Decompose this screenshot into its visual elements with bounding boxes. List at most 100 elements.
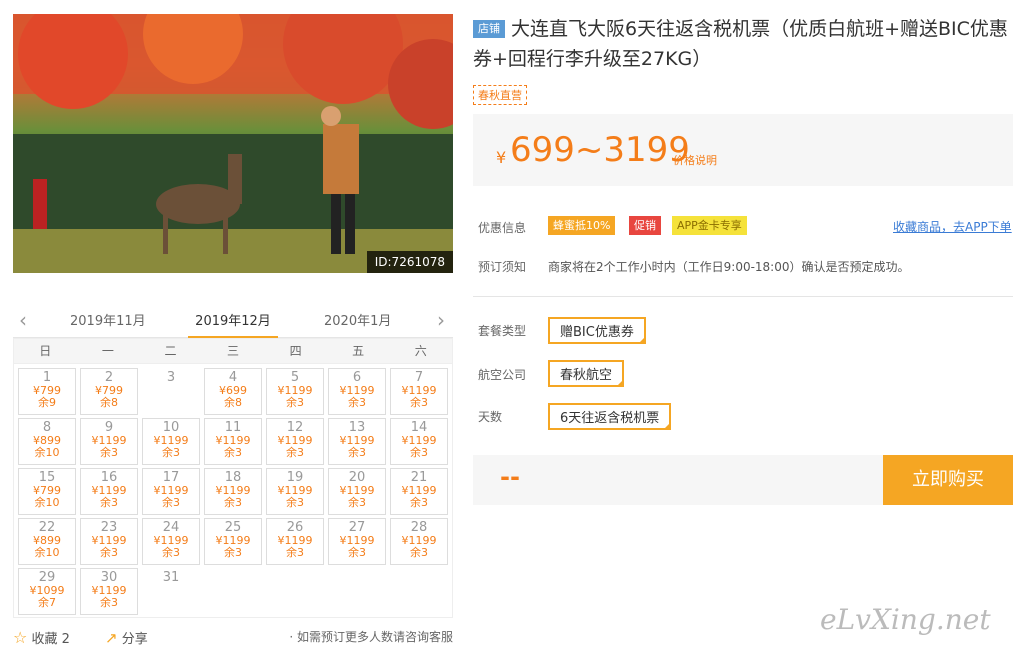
calendar-day[interactable]: 24 ¥1199 余3 — [142, 518, 200, 565]
day-number: 18 — [224, 470, 242, 485]
option-label-package: 套餐类型 — [478, 324, 527, 338]
option-package[interactable]: 赠BIC优惠券 — [548, 317, 646, 344]
calendar-day[interactable]: 7 ¥1199 余3 — [390, 368, 448, 415]
option-airline[interactable]: 春秋航空 — [548, 360, 625, 387]
booking-label: 预订须知 — [478, 260, 527, 274]
vendor-badge: 春秋直营 — [473, 85, 527, 105]
day-stock: 余10 — [34, 446, 60, 459]
day-stock: 余3 — [100, 446, 118, 459]
day-stock: 余3 — [100, 496, 118, 509]
calendar-day[interactable]: 8 ¥899 余10 — [18, 418, 76, 465]
favorite-button[interactable]: ☆ 收藏 2 — [13, 628, 70, 647]
day-stock: 余3 — [286, 396, 304, 409]
star-icon: ☆ — [13, 628, 28, 647]
day-number: 21 — [410, 470, 428, 485]
calendar-day[interactable]: 15 ¥799 余10 — [18, 468, 76, 515]
calendar-day[interactable]: 2 ¥799 余8 — [80, 368, 138, 415]
promo-badge-sale: 促销 — [629, 216, 661, 235]
day-stock: 余3 — [224, 446, 242, 459]
calendar-day[interactable]: 14 ¥1199 余3 — [390, 418, 448, 465]
day-stock: 余3 — [224, 496, 242, 509]
calendar-day[interactable]: 23 ¥1199 余3 — [80, 518, 138, 565]
day-stock: 余3 — [162, 496, 180, 509]
day-number: 30 — [100, 570, 118, 585]
day-number: 4 — [228, 370, 238, 385]
calendar-day: 3 — [142, 368, 200, 415]
calendar-day[interactable]: 6 ¥1199 余3 — [328, 368, 386, 415]
day-number: 13 — [348, 420, 366, 435]
day-stock: 余3 — [348, 396, 366, 409]
calendar-day[interactable]: 20 ¥1199 余3 — [328, 468, 386, 515]
calendar-day[interactable]: 30 ¥1199 余3 — [80, 568, 138, 615]
day-stock: 余3 — [162, 446, 180, 459]
buy-now-button[interactable]: 立即购买 — [883, 455, 1013, 505]
calendar-day[interactable]: 17 ¥1199 余3 — [142, 468, 200, 515]
price-box: ¥ 699~3199 价格说明 — [473, 114, 1013, 186]
day-number: 11 — [224, 420, 242, 435]
calendar-day[interactable]: 25 ¥1199 余3 — [204, 518, 262, 565]
day-number: 15 — [38, 470, 56, 485]
option-days[interactable]: 6天往返含税机票 — [548, 403, 672, 430]
favorite-label: 收藏 2 — [31, 632, 70, 647]
deer-photo-illustration — [13, 14, 453, 273]
chevron-right-icon[interactable]: › — [437, 308, 445, 332]
product-title-text: 大连直飞大阪6天往返含税机票（优质白航班+赠送BIC优惠券+回程行李升级至27K… — [473, 18, 1008, 70]
calendar-day[interactable]: 28 ¥1199 余3 — [390, 518, 448, 565]
day-number: 26 — [286, 520, 304, 535]
share-button[interactable]: ↗ 分享 — [105, 628, 148, 647]
day-number: 1 — [42, 370, 52, 385]
tab-month-prev[interactable]: 2019年11月 — [70, 310, 146, 329]
day-number: 12 — [286, 420, 304, 435]
tab-month-current[interactable]: 2019年12月 — [188, 310, 278, 339]
option-label-airline: 航空公司 — [478, 368, 527, 382]
option-label-days: 天数 — [478, 410, 503, 424]
day-number: 29 — [38, 570, 56, 585]
day-stock: 余3 — [100, 546, 118, 559]
day-stock: 余3 — [286, 496, 304, 509]
calendar-month-nav: ‹ 2019年11月 2019年12月 2020年1月 › — [13, 300, 453, 339]
weekday-label: 五 — [352, 344, 365, 358]
day-stock: 余10 — [34, 546, 60, 559]
calendar-day[interactable]: 5 ¥1199 余3 — [266, 368, 324, 415]
booking-text: 商家将在2个工作小时内（工作日9:00-18:00）确认是否预定成功。 — [548, 260, 910, 274]
day-stock: 余7 — [38, 596, 56, 609]
day-number: 31 — [162, 570, 180, 585]
day-number: 5 — [290, 370, 300, 385]
day-number: 17 — [162, 470, 180, 485]
calendar-day[interactable]: 9 ¥1199 余3 — [80, 418, 138, 465]
divider — [473, 296, 1013, 297]
calendar-day[interactable]: 29 ¥1099 余7 — [18, 568, 76, 615]
day-number: 20 — [348, 470, 366, 485]
calendar-day[interactable]: 21 ¥1199 余3 — [390, 468, 448, 515]
weekday-label: 日 — [39, 344, 52, 358]
day-number: 19 — [286, 470, 304, 485]
calendar-day[interactable]: 27 ¥1199 余3 — [328, 518, 386, 565]
calendar-day[interactable]: 11 ¥1199 余3 — [204, 418, 262, 465]
calendar-day[interactable]: 22 ¥899 余10 — [18, 518, 76, 565]
day-number: 3 — [166, 370, 176, 385]
price-note-link[interactable]: 价格说明 — [673, 152, 717, 168]
favorite-app-link[interactable]: 收藏商品，去APP下单 — [893, 218, 1012, 235]
calendar-day[interactable]: 26 ¥1199 余3 — [266, 518, 324, 565]
weekday-label: 二 — [164, 344, 177, 358]
calendar-day[interactable]: 4 ¥699 余8 — [204, 368, 262, 415]
day-stock: 余3 — [224, 546, 242, 559]
day-stock: 余3 — [286, 446, 304, 459]
share-label: 分享 — [121, 632, 148, 647]
tab-month-next[interactable]: 2020年1月 — [324, 310, 391, 329]
day-number: 22 — [38, 520, 56, 535]
day-stock: 余10 — [34, 496, 60, 509]
day-number: 27 — [348, 520, 366, 535]
chevron-left-icon[interactable]: ‹ — [19, 308, 27, 332]
calendar-day[interactable]: 12 ¥1199 余3 — [266, 418, 324, 465]
day-stock: 余3 — [100, 596, 118, 609]
calendar-day[interactable]: 16 ¥1199 余3 — [80, 468, 138, 515]
calendar-day[interactable]: 18 ¥1199 余3 — [204, 468, 262, 515]
day-number: 16 — [100, 470, 118, 485]
calendar-day[interactable]: 19 ¥1199 余3 — [266, 468, 324, 515]
calendar-day[interactable]: 1 ¥799 余9 — [18, 368, 76, 415]
day-stock: 余9 — [38, 396, 56, 409]
day-number: 14 — [410, 420, 428, 435]
calendar-day[interactable]: 10 ¥1199 余3 — [142, 418, 200, 465]
calendar-day[interactable]: 13 ¥1199 余3 — [328, 418, 386, 465]
